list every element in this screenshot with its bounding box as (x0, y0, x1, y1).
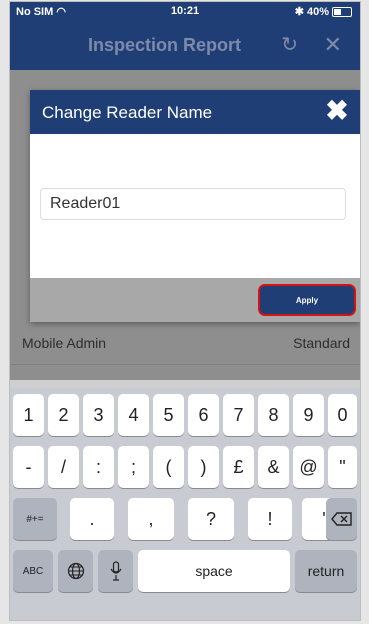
reader-name-input[interactable] (40, 188, 346, 220)
key-3[interactable]: 3 (83, 394, 114, 436)
battery-percent: 40% (306, 5, 329, 18)
battery-icon (332, 6, 352, 17)
key-5[interactable]: 5 (153, 394, 184, 436)
key-0[interactable]: 0 (328, 394, 357, 436)
key-symbols[interactable]: #+= (13, 498, 57, 540)
key-9[interactable]: 9 (293, 394, 324, 436)
key-2[interactable]: 2 (48, 394, 79, 436)
close-icon[interactable]: ✖ (322, 96, 352, 126)
key-7[interactable]: 7 (223, 394, 254, 436)
key-6[interactable]: 6 (188, 394, 219, 436)
refresh-icon[interactable]: ↻ (281, 32, 298, 57)
key-exclamation[interactable]: ! (248, 498, 292, 540)
setting-value: Standard (293, 335, 350, 351)
close-icon[interactable]: ✕ (324, 32, 342, 58)
key-slash[interactable]: / (48, 446, 79, 488)
key-open-paren[interactable]: ( (153, 446, 184, 488)
mic-icon[interactable] (98, 550, 133, 592)
key-colon[interactable]: : (83, 446, 114, 488)
phone-screen: No SIM ◠ 10:21 ✱ 40% Inspection Report ↻… (10, 2, 360, 620)
key-4[interactable]: 4 (118, 394, 149, 436)
status-bar: No SIM ◠ 10:21 ✱ 40% (10, 2, 360, 20)
key-return[interactable]: return (295, 550, 357, 592)
key-ampersand[interactable]: & (258, 446, 289, 488)
status-right: ✱ 40% (295, 5, 352, 18)
key-minus[interactable]: - (13, 446, 44, 488)
key-comma[interactable]: , (128, 498, 174, 540)
key-at[interactable]: @ (293, 446, 324, 488)
change-reader-name-dialog: Change Reader Name ✖ Apply (30, 90, 360, 322)
dialog-footer: Apply (30, 278, 360, 322)
key-close-paren[interactable]: ) (188, 446, 219, 488)
key-question[interactable]: ? (188, 498, 234, 540)
keyboard: 1 2 3 4 5 6 7 8 9 0 - / : ; ( ) £ & @ " … (10, 388, 360, 620)
key-pound[interactable]: £ (223, 446, 254, 488)
page-title: Inspection Report (88, 35, 242, 55)
key-period[interactable]: . (70, 498, 114, 540)
dialog-header: Change Reader Name ✖ (30, 90, 360, 134)
dialog-title: Change Reader Name (42, 103, 213, 122)
key-abc[interactable]: ABC (13, 550, 53, 592)
key-space[interactable]: space (138, 550, 290, 592)
navigation-bar: Inspection Report ↻ ✕ (10, 20, 360, 70)
globe-icon[interactable] (58, 550, 93, 592)
key-8[interactable]: 8 (258, 394, 289, 436)
apply-button[interactable]: Apply (258, 284, 356, 316)
key-semicolon[interactable]: ; (118, 446, 149, 488)
setting-label: Mobile Admin (22, 335, 107, 351)
key-quote[interactable]: " (328, 446, 357, 488)
key-1[interactable]: 1 (13, 394, 44, 436)
delete-icon[interactable] (326, 498, 357, 540)
bluetooth-icon: ✱ (294, 6, 304, 18)
setting-row: Mobile Admin Standard (10, 324, 360, 365)
